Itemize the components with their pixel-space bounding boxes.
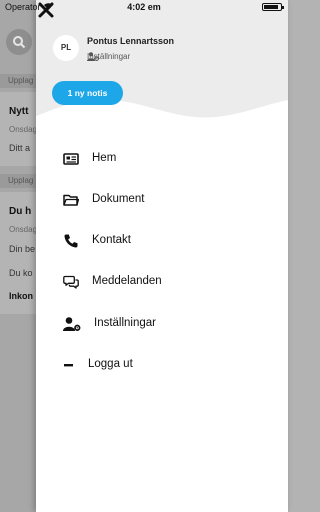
menu-item-kontakt[interactable]: Kontakt <box>63 230 263 252</box>
menu-item-hem[interactable]: Hem <box>63 148 263 170</box>
background-card-text: Ditt a <box>9 143 31 153</box>
background-card-title: Du h <box>9 206 32 217</box>
drawer-header: PL Pontus Lennartsson Inställningar 1 ny… <box>36 0 288 122</box>
navigation-drawer: PL Pontus Lennartsson Inställningar 1 ny… <box>36 0 288 512</box>
background-card-date: Onsdag <box>9 125 38 134</box>
background-card-title: Nytt <box>9 106 29 117</box>
news-icon <box>63 153 79 165</box>
menu-item-dokument[interactable]: Dokument <box>63 189 263 211</box>
menu-item-installningar[interactable]: Inställningar <box>63 313 263 335</box>
phone-icon <box>64 234 78 248</box>
background-card-line: Inkon <box>9 291 33 301</box>
background-section-header: Upplag <box>0 74 40 88</box>
user-gear-icon <box>87 52 99 61</box>
background-section-header: Upplag <box>0 174 40 188</box>
background-card: Du h Onsdag Din be Du ko Inkon <box>0 192 40 314</box>
avatar[interactable]: PL <box>53 35 79 61</box>
menu-item-logga-ut[interactable]: Logga ut <box>63 354 263 376</box>
folder-icon <box>63 194 79 206</box>
status-bar: Operator 4:02 em <box>0 0 288 14</box>
minus-icon <box>64 364 73 367</box>
chat-bubbles-icon <box>63 275 79 289</box>
menu-item-label: Inställningar <box>94 317 157 329</box>
user-settings-link[interactable]: Inställningar <box>87 52 130 61</box>
notification-badge-button[interactable]: 1 ny notis <box>52 81 123 105</box>
menu-item-label: Meddelanden <box>92 275 162 287</box>
background-card-date: Onsdag <box>9 225 38 234</box>
user-gear-icon <box>63 317 81 331</box>
background-card: Nytt Onsdag Ditt a <box>0 92 40 166</box>
menu-item-label: Dokument <box>92 193 145 205</box>
battery-fill <box>264 5 278 9</box>
battery-icon <box>262 3 284 11</box>
status-time: 4:02 em <box>127 2 161 12</box>
menu-item-label: Hem <box>92 152 117 164</box>
user-name: Pontus Lennartsson <box>87 36 175 46</box>
menu-item-meddelanden[interactable]: Meddelanden <box>63 271 263 293</box>
background-card-line: Du ko <box>9 268 33 278</box>
background-card-line: Din be <box>9 244 36 254</box>
menu-item-label: Logga ut <box>88 358 133 370</box>
menu-item-label: Kontakt <box>92 234 131 246</box>
search-icon <box>6 29 32 55</box>
background-screen: Upplag Nytt Onsdag Ditt a Upplag Du h On… <box>0 0 40 512</box>
